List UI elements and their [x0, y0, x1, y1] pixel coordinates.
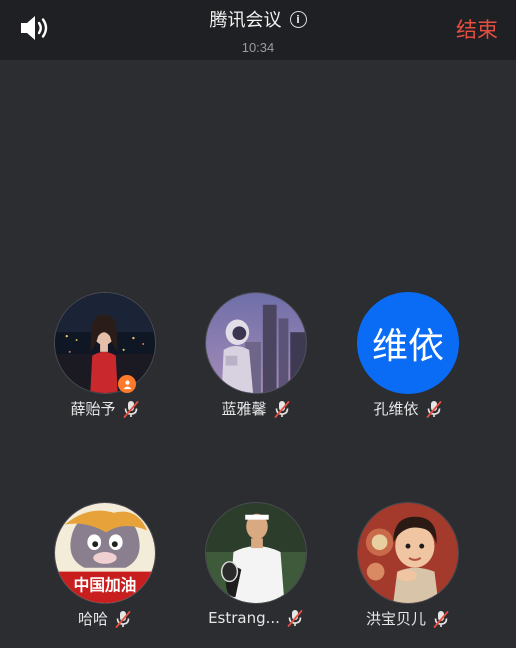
participant-name: 洪宝贝儿 — [365, 610, 426, 628]
participant-tile[interactable]: Estrang... — [181, 502, 331, 628]
info-icon[interactable]: i — [289, 10, 307, 28]
mic-muted-icon — [273, 399, 291, 419]
mic-muted-icon — [114, 609, 132, 629]
participant-tile[interactable]: 洪宝贝儿 — [333, 502, 483, 629]
participant-name: Estrang... — [208, 609, 280, 627]
participant-tile[interactable]: 蓝雅馨 — [181, 292, 331, 419]
participant-tile[interactable]: 中国加油 哈哈 — [30, 502, 180, 629]
mic-muted-icon — [432, 609, 450, 629]
mic-muted-icon — [425, 399, 443, 419]
participant-avatar: 维依 — [357, 292, 459, 394]
meeting-title: 腾讯会议 — [209, 10, 282, 31]
mic-muted-icon — [122, 399, 140, 419]
participant-avatar — [205, 292, 307, 394]
participant-tile[interactable]: 维依 孔维依 — [333, 292, 483, 419]
meeting-header: 腾讯会议 i 10:34 — [0, 6, 516, 55]
participant-tile[interactable]: 薛贻予 — [30, 292, 180, 419]
host-badge-icon — [118, 375, 136, 393]
end-meeting-button[interactable]: 结束 — [456, 14, 498, 44]
mic-muted-icon — [286, 608, 304, 628]
participant-name: 薛贻予 — [70, 400, 116, 418]
participant-avatar: 中国加油 — [54, 502, 156, 604]
participant-name: 哈哈 — [77, 610, 108, 628]
participant-avatar — [54, 292, 156, 394]
participant-avatar — [205, 502, 307, 604]
avatar-banner-text: 中国加油 — [74, 575, 137, 594]
participant-name: 孔维依 — [373, 400, 419, 418]
top-bar: 腾讯会议 i 10:34 结束 — [0, 0, 516, 60]
participant-avatar — [357, 502, 459, 604]
participant-name: 蓝雅馨 — [221, 400, 267, 418]
meeting-timer: 10:34 — [241, 40, 275, 55]
